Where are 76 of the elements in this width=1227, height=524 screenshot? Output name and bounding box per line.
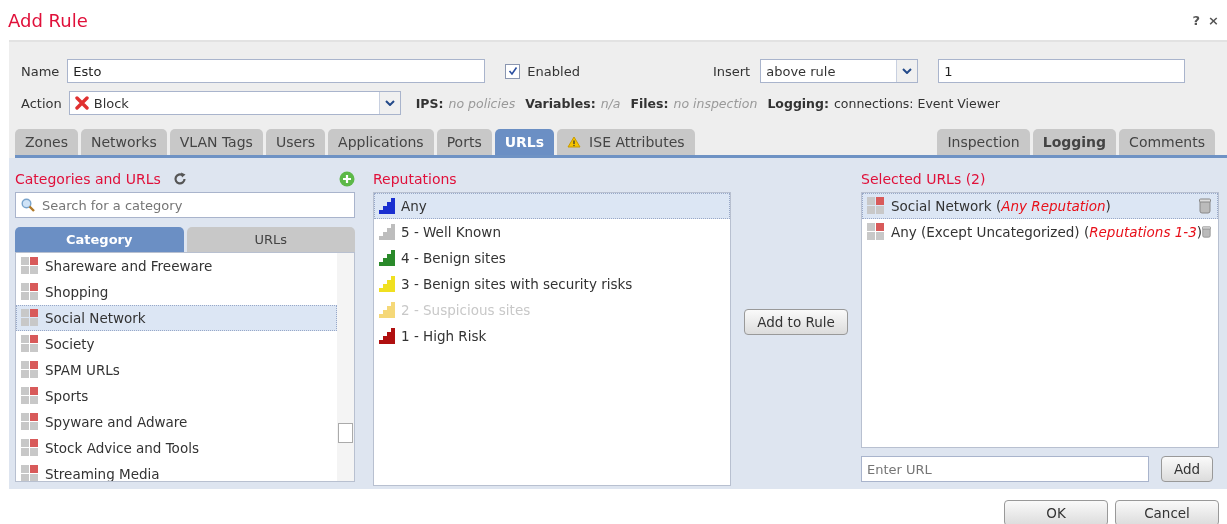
category-icon [867,197,885,215]
add-to-rule-button[interactable]: Add to Rule [744,309,848,335]
category-icon [867,223,885,241]
summary-value: n/a [600,95,621,111]
category-item[interactable]: Stock Advice and Tools [16,435,337,461]
caret-icon [384,100,395,106]
selected-url-item[interactable]: Any (Except Uncategorized) (Reputations 1-3) [862,219,1218,245]
close-button[interactable]: × [1208,12,1219,28]
action-label: Action [21,95,62,111]
summary-label: Logging: [767,95,829,111]
category-item[interactable]: SPAM URLs [16,357,337,383]
category-icon [21,387,39,405]
trash-icon[interactable] [1199,198,1211,214]
reputation-item[interactable]: 1 - High Risk [374,323,730,349]
category-icon [21,361,39,379]
tab[interactable]: Ports [436,129,492,155]
category-icon [21,439,39,457]
category-icon [21,309,39,327]
category-icon [21,335,39,353]
checkmark-icon [507,66,518,76]
category-item[interactable]: Social Network [16,305,337,331]
trash-icon[interactable] [1202,224,1211,240]
selected-urls-title: Selected URLs (2) [861,171,986,187]
category-icon [21,465,39,481]
refresh-icon[interactable] [172,172,187,186]
categories-title: Categories and URLs [15,171,161,187]
search-field[interactable]: Search for a category [15,192,355,218]
tab[interactable]: Logging [1032,129,1117,155]
enabled-label: Enabled [527,63,580,79]
tab[interactable]: Users [265,129,326,155]
category-item[interactable]: Shareware and Freeware [16,253,337,279]
dialog-button[interactable]: Cancel [1115,500,1219,524]
reputation-item[interactable]: 3 - Benign sites with security risks [374,271,730,297]
tab[interactable]: Inspection [937,129,1030,155]
action-dropdown[interactable]: Block [68,91,401,115]
reputation-item[interactable]: Any [374,193,730,219]
tab[interactable]: URLs [186,227,355,252]
summary-label: Variables: [525,95,596,111]
category-item[interactable]: Streaming Media [16,461,337,481]
category-icon [21,257,39,275]
category-item[interactable]: Spyware and Adware [16,409,337,435]
summary-value: connections: Event Viewer [833,95,1000,111]
name-label: Name [21,63,60,79]
reputation-item[interactable]: 5 - Well Known [374,219,730,245]
dialog-title: Add Rule [8,9,88,31]
caret-icon [902,68,913,74]
reputation-item[interactable]: 4 - Benign sites [374,245,730,271]
name-field[interactable]: Esto [67,59,486,83]
url-field[interactable]: Enter URL [861,456,1149,482]
insert-label: Insert [712,63,751,79]
enabled-checkbox[interactable] [505,63,521,79]
tab[interactable]: Applications [328,129,434,155]
summary-label: Files: [630,95,669,111]
summary-value: no policies [448,95,516,111]
tab[interactable]: Zones [15,129,78,155]
summary-label: IPS: [415,95,444,111]
scrollbar[interactable] [337,253,354,481]
insert-dropdown[interactable]: above rule [760,59,919,83]
category-item[interactable]: Sports [16,383,337,409]
category-icon [21,283,39,301]
rule-number-field[interactable]: 1 [938,59,1186,83]
add-icon[interactable] [339,171,355,187]
category-icon [21,413,39,431]
category-item[interactable]: Shopping [16,279,337,305]
tab[interactable]: ISE Attributes [557,129,695,155]
cross-icon [74,96,89,110]
tab[interactable]: Networks [80,129,167,155]
help-button[interactable]: ? [1192,12,1201,28]
category-item[interactable]: Society [16,331,337,357]
summary-value: no inspection [673,95,758,111]
reputations-title: Reputations [373,171,457,187]
add-button[interactable]: Add [1161,456,1214,482]
tab[interactable]: Comments [1119,129,1215,155]
selected-url-item[interactable]: Social Network (Any Reputation) [862,193,1218,219]
tab[interactable]: VLAN Tags [169,129,263,155]
dialog-button[interactable]: OK [1004,500,1108,524]
